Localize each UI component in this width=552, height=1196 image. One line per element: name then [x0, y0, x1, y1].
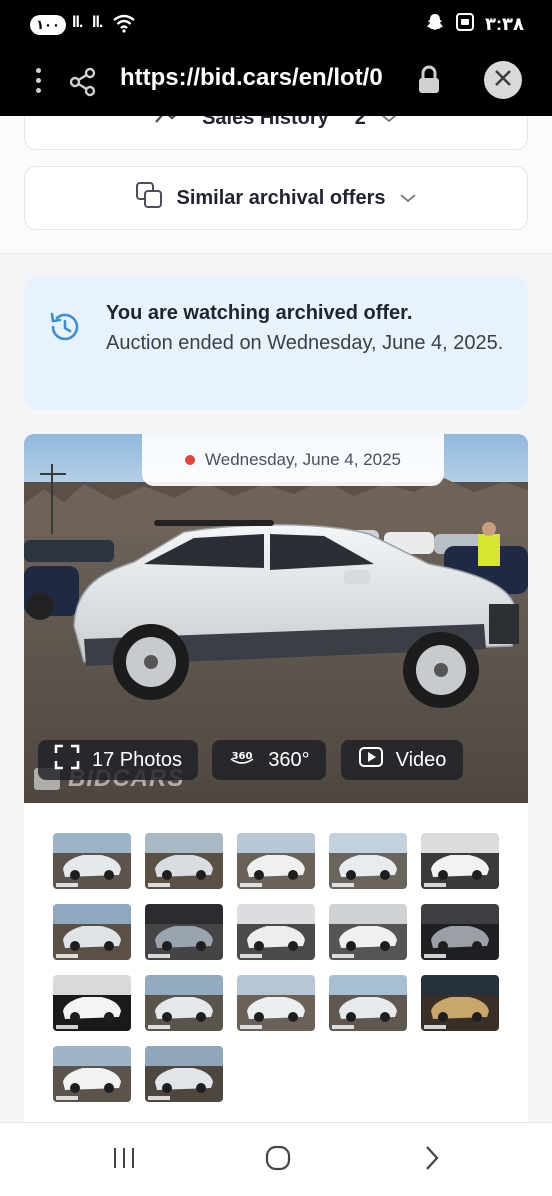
screenshot-icon	[455, 12, 475, 37]
chevron-down-icon	[399, 187, 417, 210]
browser-url-bar: https://bid.cars/en/lot/0	[0, 50, 552, 116]
photo-thumbnail[interactable]	[145, 904, 223, 960]
close-tab-button[interactable]	[484, 61, 522, 99]
thumbnail-watermark	[424, 883, 446, 887]
auction-date-chip: Wednesday, June 4, 2025	[142, 434, 444, 486]
thumbnail-watermark	[332, 954, 354, 958]
play-icon	[358, 746, 384, 774]
recent-apps-icon	[111, 1146, 137, 1175]
thumbnail-watermark	[56, 954, 78, 958]
photo-thumbnail[interactable]	[329, 833, 407, 889]
expand-icon	[54, 744, 80, 776]
thumbnail-watermark	[56, 883, 78, 887]
photo-gallery: Wednesday, June 4, 2025 BIDCARS 17 Photo…	[24, 434, 528, 1122]
thumbnail-watermark	[240, 1025, 262, 1029]
lock-icon[interactable]	[418, 65, 440, 100]
photo-thumbnail[interactable]	[329, 904, 407, 960]
360-icon: 360	[228, 748, 256, 772]
photo-thumbnail[interactable]	[145, 833, 223, 889]
forward-icon	[423, 1144, 441, 1177]
thumbnail-watermark	[240, 954, 262, 958]
sales-history-label: Sales History	[202, 116, 329, 129]
photo-thumbnail[interactable]	[421, 833, 499, 889]
photo-thumbnail[interactable]	[145, 975, 223, 1031]
video-button[interactable]: Video	[341, 740, 463, 780]
photo-thumbnail[interactable]	[237, 833, 315, 889]
battery-indicator: ١٠٠	[30, 15, 66, 35]
chart-icon	[154, 116, 188, 132]
main-car-photo[interactable]: Wednesday, June 4, 2025 BIDCARS 17 Photo…	[24, 434, 528, 803]
history-icon	[48, 310, 82, 349]
archived-offer-notice: You are watching archived offer. Auction…	[24, 276, 528, 410]
notice-title: You are watching archived offer.	[106, 302, 413, 324]
photo-thumbnail[interactable]	[329, 975, 407, 1031]
photos-label: 17 Photos	[91, 748, 183, 771]
copy-icon	[135, 181, 163, 215]
sales-history-count: 2	[354, 116, 366, 129]
auction-date: Wednesday, June 4, 2025	[205, 450, 401, 469]
recent-apps-button[interactable]	[104, 1145, 144, 1175]
page-content: Sales History 2 Similar archival offers …	[0, 116, 552, 1122]
forward-button[interactable]	[412, 1145, 452, 1175]
share-icon[interactable]	[68, 67, 98, 102]
thumbnail-watermark	[148, 883, 170, 887]
thumbnail-watermark	[240, 883, 262, 887]
menu-dots-icon[interactable]	[34, 68, 42, 98]
clock: ٣:٣٨	[485, 14, 524, 34]
thumbnail-watermark	[424, 1025, 446, 1029]
view-360-button[interactable]: 360 360°	[212, 740, 326, 780]
photo-thumbnail[interactable]	[53, 833, 131, 889]
url-field[interactable]: https://bid.cars/en/lot/0	[120, 64, 402, 92]
photo-thumbnail[interactable]	[421, 975, 499, 1031]
photo-thumbnail[interactable]	[53, 1046, 131, 1102]
view-360-label: 360°	[268, 748, 310, 771]
snapchat-icon	[425, 12, 445, 37]
thumbnail-watermark	[56, 1096, 78, 1100]
photo-thumbnail[interactable]	[145, 1046, 223, 1102]
photo-thumbnail[interactable]	[53, 904, 131, 960]
offers-panel: Sales History 2 Similar archival offers	[0, 116, 552, 254]
thumbnail-watermark	[148, 954, 170, 958]
close-icon	[493, 68, 513, 93]
thumbnail-watermark	[332, 883, 354, 887]
wifi-icon	[112, 13, 136, 38]
notice-body: Auction ended on Wednesday, June 4, 2025…	[106, 332, 504, 354]
thumbnail-watermark	[148, 1096, 170, 1100]
photo-thumbnail[interactable]	[421, 904, 499, 960]
chevron-down-icon	[380, 116, 398, 130]
status-dot	[185, 455, 196, 465]
similar-offers-label: Similar archival offers	[176, 186, 386, 209]
photo-thumbnail[interactable]	[53, 975, 131, 1031]
status-bar: ١٠٠ ll. ll. ٣:٣٨	[0, 0, 552, 50]
system-nav-bar	[0, 1122, 552, 1196]
thumbnail-watermark	[148, 1025, 170, 1029]
photo-thumbnail[interactable]	[237, 975, 315, 1031]
signal-strength-1: ll.	[72, 14, 83, 31]
photo-thumbnail[interactable]	[237, 904, 315, 960]
photos-button[interactable]: 17 Photos	[38, 740, 198, 780]
thumbnail-watermark	[424, 954, 446, 958]
sales-history-button[interactable]: Sales History 2	[24, 116, 528, 150]
thumbnail-watermark	[332, 1025, 354, 1029]
home-icon	[264, 1144, 292, 1177]
home-button[interactable]	[258, 1145, 298, 1175]
thumbnail-watermark	[56, 1025, 78, 1029]
similar-offers-button[interactable]: Similar archival offers	[24, 166, 528, 230]
video-label: Video	[395, 748, 447, 771]
signal-strength-2: ll.	[92, 14, 103, 31]
